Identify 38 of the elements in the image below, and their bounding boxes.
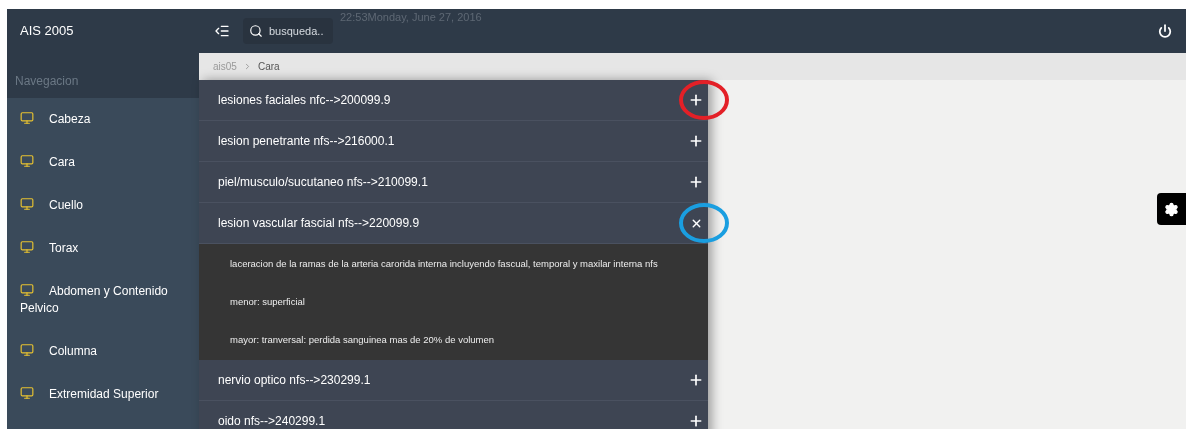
power-icon[interactable]: [1158, 24, 1172, 38]
accordion-title: lesion penetrante nfs-->216000.1: [218, 133, 395, 150]
monitor-icon: [20, 111, 34, 126]
nav-item[interactable]: Cuello: [7, 184, 199, 227]
nav-item[interactable]: Cabeza: [7, 98, 199, 141]
search-icon: [249, 24, 263, 38]
accordion-header[interactable]: lesiones faciales nfc-->200099.9: [199, 80, 708, 121]
nav-item[interactable]: Columna: [7, 330, 199, 373]
search-field[interactable]: busqueda..: [243, 18, 333, 44]
nav-item[interactable]: Abdomen y Contenido Pelvico: [7, 270, 199, 330]
nav-item[interactable]: Extremidad Superior: [7, 373, 199, 416]
monitor-icon: [20, 240, 34, 255]
accordion-header[interactable]: lesion penetrante nfs-->216000.1: [199, 121, 708, 162]
menu-icon[interactable]: [214, 23, 230, 39]
accordion-title: oido nfs-->240299.1: [218, 413, 326, 429]
accordion-title: piel/musculo/sucutaneo nfs-->210099.1: [218, 174, 428, 191]
nav-item[interactable]: Torax: [7, 227, 199, 270]
monitor-icon: [20, 154, 34, 169]
accordion-header[interactable]: piel/musculo/sucutaneo nfs-->210099.1: [199, 162, 708, 203]
accordion-header[interactable]: lesion vascular fascial nfs-->220099.9: [199, 203, 708, 244]
detail-text: laceracion de la ramas de la arteria carorida interna incluyendo fascual, temporal y maxilar interna nfs: [229, 257, 659, 271]
settings-tab[interactable]: [1157, 193, 1186, 225]
nav-item[interactable]: Cara: [7, 141, 199, 184]
accordion-title: lesiones faciales nfc-->200099.9: [218, 92, 391, 109]
settings-icon: [1164, 201, 1179, 217]
breadcrumb-item: Cara: [257, 60, 280, 74]
accordion-header[interactable]: nervio optico nfs-->230299.1: [199, 360, 708, 401]
nav-heading: Navegacion: [15, 72, 79, 90]
brand-title: AIS 2005: [20, 22, 74, 41]
monitor-icon: [20, 197, 34, 212]
detail-text: mayor: tranversal: perdida sanguinea mas de 20% de volumen: [229, 333, 496, 347]
detail-text: menor: superficial: [229, 295, 306, 309]
monitor-icon: [20, 283, 34, 298]
accordion-header[interactable]: oido nfs-->240299.1: [199, 401, 708, 429]
accordion-title: lesion vascular fascial nfs-->220099.9: [218, 215, 420, 232]
monitor-icon: [20, 343, 34, 358]
accordion-title: nervio optico nfs-->230299.1: [218, 372, 371, 389]
monitor-icon: [20, 386, 34, 401]
